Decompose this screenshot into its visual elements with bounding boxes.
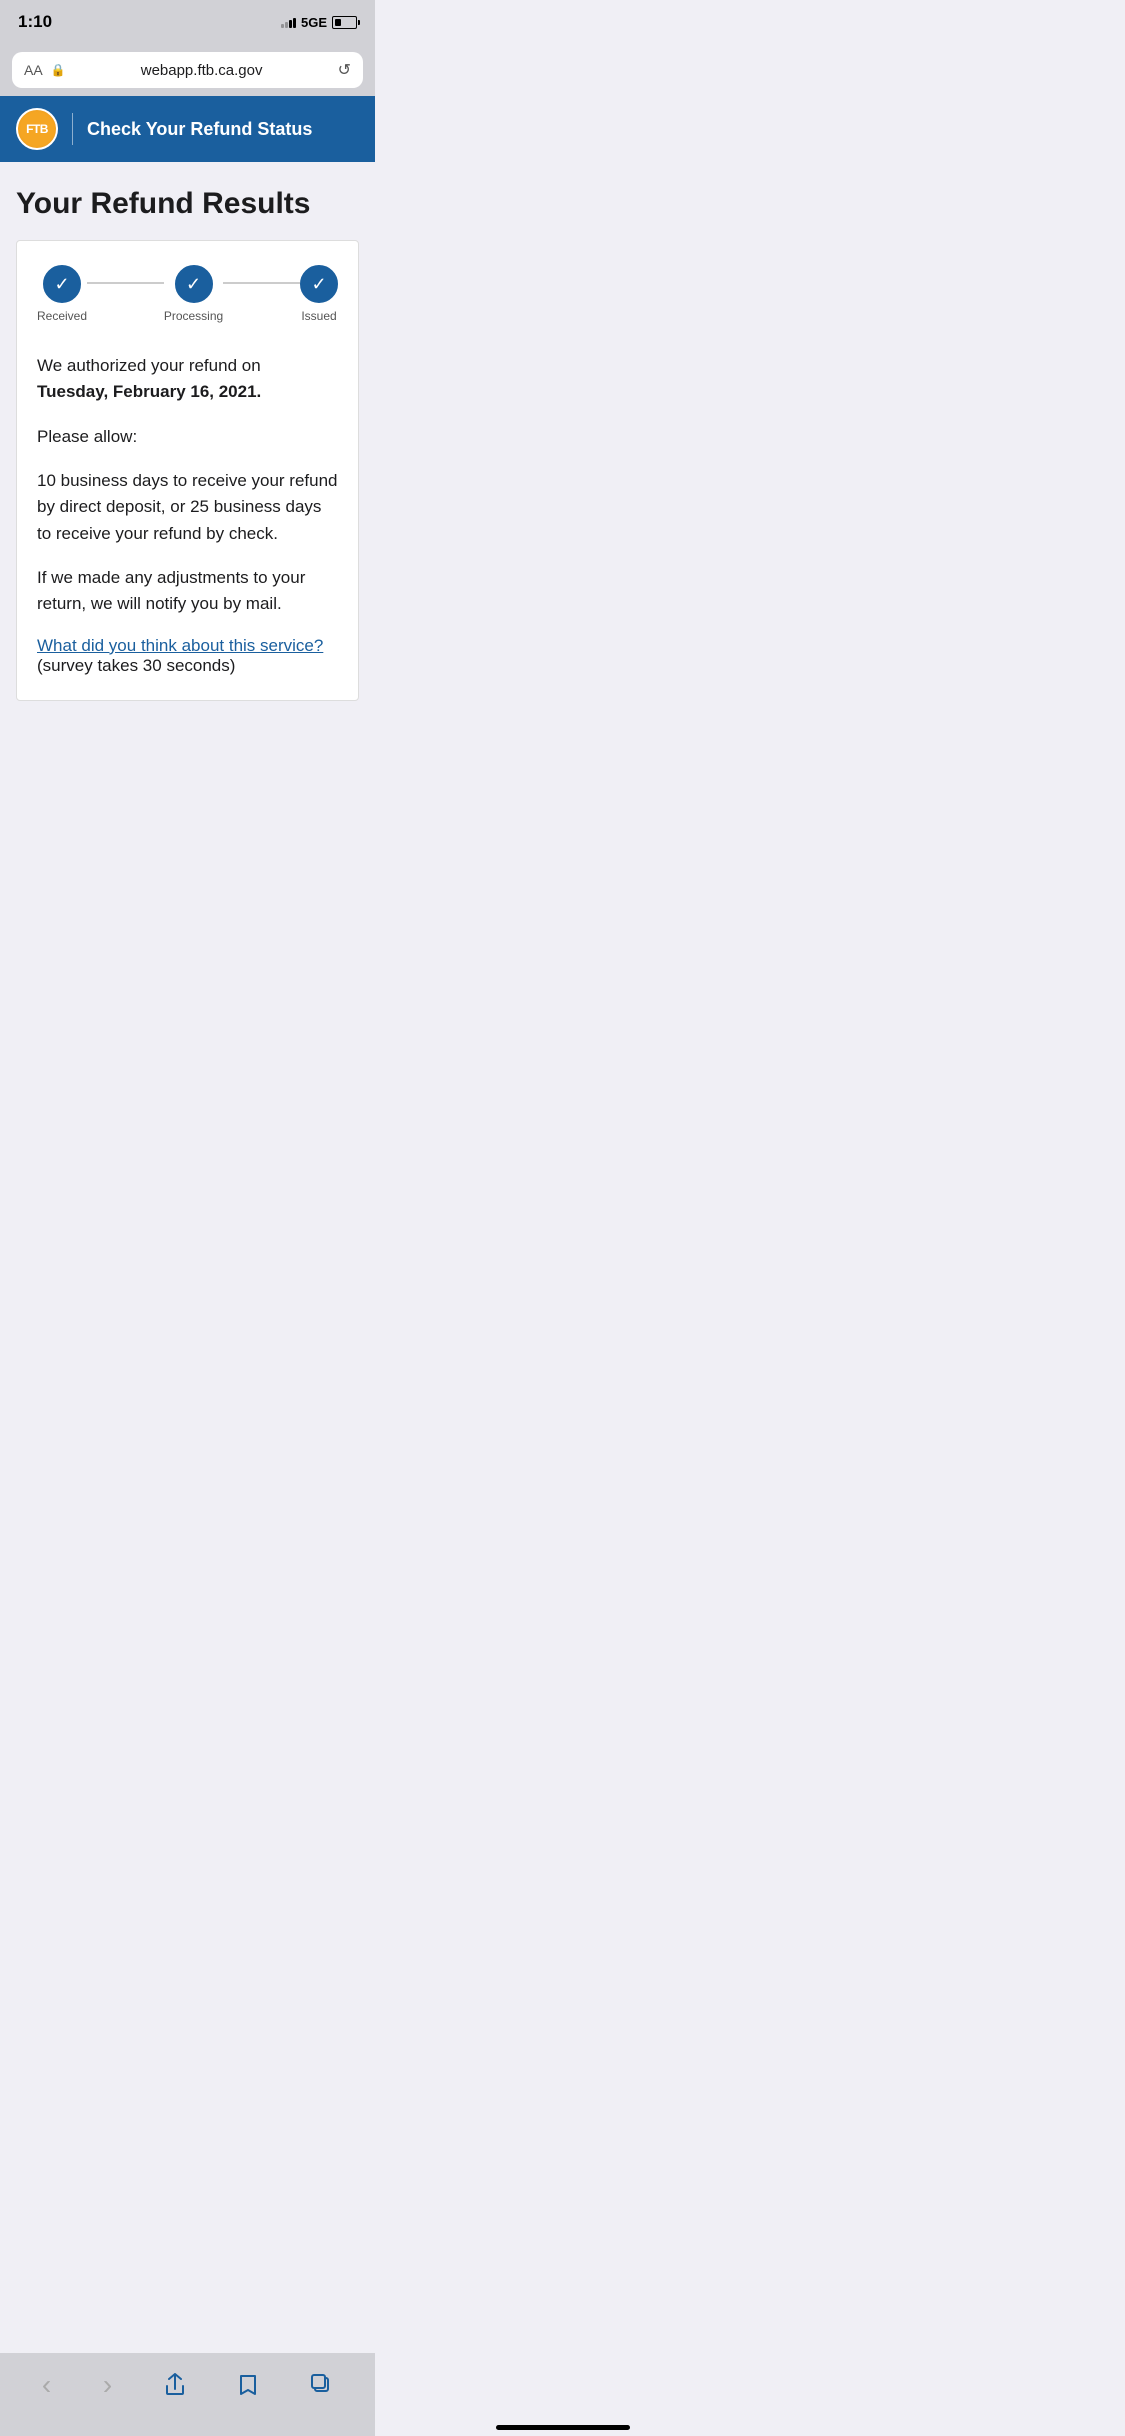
please-allow-label: Please allow: (37, 424, 338, 450)
survey-link[interactable]: What did you think about this service? (37, 636, 323, 655)
step-received-circle: ✓ (43, 265, 81, 303)
bookmarks-button[interactable] (225, 2365, 271, 2405)
status-time: 1:10 (18, 12, 52, 32)
step-issued: ✓ Issued (300, 265, 338, 323)
results-card: ✓ Received ✓ Processing ✓ Issued We auth (16, 240, 359, 701)
progress-steps: ✓ Received ✓ Processing ✓ Issued (37, 265, 338, 323)
share-button[interactable] (152, 2365, 198, 2405)
step-issued-label: Issued (301, 309, 336, 323)
url-bar[interactable]: AA 🔒 webapp.ftb.ca.gov ↺ (12, 52, 363, 88)
browser-bar: AA 🔒 webapp.ftb.ca.gov ↺ (0, 44, 375, 96)
url-text[interactable]: webapp.ftb.ca.gov (74, 62, 330, 79)
refresh-icon[interactable]: ↺ (338, 60, 351, 80)
authorization-text: We authorized your refund on Tuesday, Fe… (37, 353, 338, 406)
status-bar: 1:10 5GE (0, 0, 375, 44)
font-size-control[interactable]: AA (24, 62, 43, 78)
lock-icon: 🔒 (51, 63, 66, 77)
forward-button[interactable]: › (91, 2361, 124, 2409)
bottom-nav: ‹ › (0, 2353, 375, 2436)
step-processing: ✓ Processing (164, 265, 223, 323)
step-received: ✓ Received (37, 265, 87, 323)
adjustments-note: If we made any adjustments to your retur… (37, 565, 338, 618)
ftb-logo: FTB (16, 108, 58, 150)
step-connector-2 (223, 282, 300, 284)
allow-detail: 10 business days to receive your refund … (37, 468, 338, 547)
step-received-label: Received (37, 309, 87, 323)
back-button[interactable]: ‹ (30, 2361, 63, 2409)
network-label: 5GE (301, 15, 327, 30)
header-title: Check Your Refund Status (87, 119, 312, 140)
site-header: FTB Check Your Refund Status (0, 96, 375, 162)
step-connector-1 (87, 282, 164, 284)
survey-paragraph: What did you think about this service? (… (37, 636, 338, 676)
status-icons: 5GE (281, 15, 357, 30)
header-divider (72, 113, 73, 145)
step-processing-check: ✓ (186, 275, 201, 293)
survey-suffix: (survey takes 30 seconds) (37, 656, 235, 675)
tabs-button[interactable] (299, 2366, 345, 2404)
step-processing-circle: ✓ (175, 265, 213, 303)
page-title: Your Refund Results (16, 186, 359, 222)
home-indicator (496, 2425, 630, 2430)
main-content: Your Refund Results ✓ Received ✓ Process… (0, 162, 375, 721)
battery-icon (332, 16, 357, 29)
step-received-check: ✓ (54, 275, 69, 293)
step-issued-circle: ✓ (300, 265, 338, 303)
step-issued-check: ✓ (311, 275, 326, 293)
step-processing-label: Processing (164, 309, 223, 323)
signal-icon (281, 16, 296, 28)
